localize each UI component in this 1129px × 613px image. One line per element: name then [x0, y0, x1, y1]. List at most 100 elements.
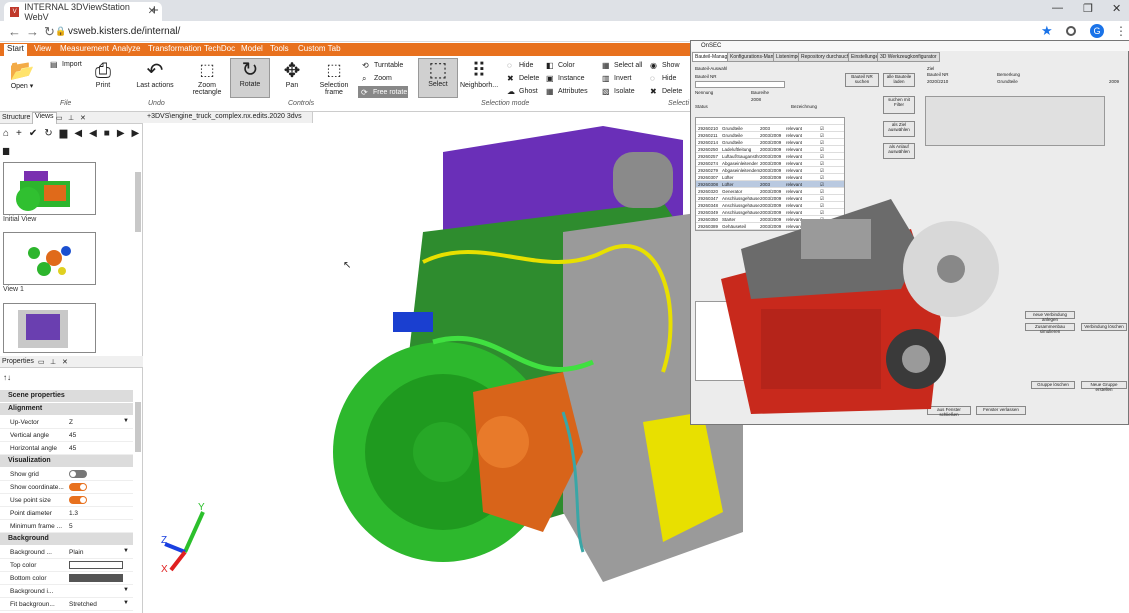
point-diameter-row[interactable]: Point diameter 1.3 — [0, 507, 133, 520]
view-thumbnail-2[interactable] — [3, 303, 96, 353]
menu-transformation[interactable]: Transformation — [148, 44, 202, 53]
select-all-button[interactable]: ▦ Select all — [602, 61, 642, 70]
refresh-icon[interactable]: ↻ — [44, 128, 59, 139]
views-scrollbar[interactable] — [135, 172, 141, 232]
horizontal-angle-row[interactable]: Horizontal angle 45 — [0, 442, 133, 455]
vertical-angle-row[interactable]: Vertical angle 45 — [0, 429, 133, 442]
table-row[interactable]: 29260211 Grundteile 2003/2009 relevant ☑ — [696, 132, 844, 139]
scene-properties-header[interactable]: Scene properties — [0, 390, 133, 402]
close-window-icon[interactable]: ✕ — [1112, 2, 1121, 15]
bottom-color-swatch[interactable] — [69, 574, 123, 582]
tab-structure[interactable]: Structure — [2, 114, 30, 121]
home-icon[interactable]: ⌂ — [3, 128, 16, 139]
maximize-icon[interactable]: ❐ — [1083, 2, 1093, 15]
close-icon[interactable]: ✕ — [80, 114, 86, 122]
menu-measurement[interactable]: Measurement — [60, 44, 109, 53]
neighborhood-button[interactable]: ⠿ Neighborh... — [460, 60, 498, 89]
menu-model[interactable]: Model — [241, 44, 263, 53]
hide-all-button[interactable]: ◌ Hide — [650, 74, 676, 83]
neue-verbindung-button[interactable]: neue Verbindung anlegen — [1025, 311, 1075, 322]
back-icon[interactable]: ← — [8, 24, 21, 39]
color-button[interactable]: ◧ Color — [546, 61, 575, 70]
table-row[interactable]: 29260214 Grundteile 2003/2009 relevant ☑ — [696, 139, 844, 146]
delete-sel-button[interactable]: ✖ Delete — [507, 74, 539, 83]
print-button[interactable]: ⎙ Print — [88, 60, 118, 89]
menu-start[interactable]: Start — [4, 44, 27, 56]
add-view-icon[interactable]: + — [16, 128, 29, 139]
table-row[interactable]: 29260210 Grundteile 2003 relevant ☑ — [696, 125, 844, 132]
trash-icon[interactable]: ▆ — [60, 128, 75, 139]
close-icon[interactable]: ✕ — [62, 358, 68, 366]
browser-menu-icon[interactable]: ⋮ — [1115, 24, 1127, 38]
menu-techdoc[interactable]: TechDoc — [204, 44, 235, 53]
alignment-section[interactable]: Alignment — [0, 403, 133, 415]
verbindung-loschen-button[interactable]: Verbindung löschen — [1081, 323, 1127, 331]
zoom-rectangle-button[interactable]: ⬚ Zoom rectangle — [190, 60, 224, 96]
url-field[interactable]: vsweb.kisters.de/internal/ — [68, 26, 180, 37]
delete-all-button[interactable]: ✖ Delete — [650, 87, 682, 96]
ghost-button[interactable]: ☁ Ghost — [507, 87, 538, 96]
top-color-row[interactable]: Top color — [0, 559, 133, 572]
menu-view[interactable]: View — [34, 44, 51, 53]
gruppe-loschen-button[interactable]: Gruppe löschen — [1031, 381, 1075, 389]
pan-button[interactable]: ✥ Pan — [278, 60, 306, 89]
background-type-row[interactable]: Background ... Plain ▼ — [0, 546, 133, 559]
select-button[interactable]: ⬚ Select — [418, 58, 458, 98]
zusammenbau-button[interactable]: Zusammenbau simulieren — [1025, 323, 1075, 334]
import-button[interactable]: ▤ Import — [50, 60, 82, 69]
attributes-button[interactable]: ▦ Attributes — [546, 87, 588, 96]
pin-icon[interactable]: ⊥ — [50, 358, 56, 366]
axis-triad[interactable]: Y Z X — [161, 502, 205, 575]
zoom-button[interactable]: ⌕ Zoom — [362, 74, 392, 83]
top-color-swatch[interactable] — [69, 561, 123, 569]
free-rotate-button[interactable]: ⟳ Free rotate — [358, 86, 408, 98]
bookmark-star-icon[interactable]: ★ — [1041, 23, 1053, 39]
use-point-size-toggle[interactable] — [69, 496, 87, 504]
table-row[interactable]: 29260250 Ladeluftleitung 2003/2009 relevant… — [696, 146, 844, 153]
isolate-button[interactable]: ▧ Isolate — [602, 87, 635, 96]
check-icon[interactable]: ✔ — [29, 128, 44, 139]
pin-icon[interactable]: ⊥ — [68, 114, 74, 122]
new-tab-icon[interactable]: + — [150, 2, 159, 19]
show-grid-toggle[interactable] — [69, 470, 87, 478]
tab-3d-werkzeug[interactable]: 3D Werkzeugkonfigurator — [877, 52, 940, 62]
als-ziel-button[interactable]: als Ziel auswählen — [883, 121, 915, 137]
alle-laden-button[interactable]: alle Bauteile laden — [883, 73, 915, 87]
instance-button[interactable]: ▣ Instance — [546, 74, 584, 83]
browser-tab[interactable]: V INTERNAL 3DViewStation WebV ✕ — [4, 2, 162, 22]
last-actions-button[interactable]: ↶ Last actions — [135, 60, 175, 89]
float-icon[interactable]: ▭ — [38, 358, 45, 366]
onsec-window[interactable]: OnSEC Bauteil-Manager Konfigurations-Man… — [690, 40, 1129, 425]
properties-scrollbar[interactable] — [135, 402, 141, 452]
sort-icon[interactable]: ↑↓ — [3, 373, 11, 382]
view-thumbnail-initial[interactable] — [3, 162, 96, 215]
play-icon[interactable]: ▶▶ — [117, 128, 146, 139]
document-icon[interactable]: ▆ — [3, 146, 9, 155]
extension-icon[interactable] — [1066, 26, 1076, 36]
profile-avatar[interactable]: G — [1090, 24, 1104, 38]
bottom-color-row[interactable]: Bottom color — [0, 572, 133, 585]
float-icon[interactable]: ▭ — [56, 114, 63, 122]
show-coordinate-toggle[interactable] — [69, 483, 87, 491]
selection-frame-button[interactable]: ⬚ Selection frame — [316, 60, 352, 96]
visualization-section[interactable]: Visualization — [0, 455, 133, 467]
up-vector-row[interactable]: Up-Vector Z ▼ — [0, 416, 133, 429]
minimum-frame-row[interactable]: Minimum frame ... 5 — [0, 520, 133, 533]
reload-icon[interactable]: ↻ — [44, 24, 55, 40]
rotate-button[interactable]: ↻ Rotate — [230, 58, 270, 98]
view-thumbnail-1[interactable] — [3, 232, 96, 285]
stop-icon[interactable]: ■ — [104, 128, 117, 139]
als-anlauf-button[interactable]: als Anlauf auswählen — [883, 143, 915, 159]
fit-background-row[interactable]: Fit backgroun... Stretched ▼ — [0, 598, 133, 611]
turntable-button[interactable]: ⟲ Turntable — [362, 61, 403, 70]
bauteil-suchen-button[interactable]: Bauteil NR suchen — [845, 73, 879, 87]
menu-tools[interactable]: Tools — [270, 44, 289, 53]
show-button[interactable]: ◉ Show — [650, 61, 680, 70]
forward-icon[interactable]: → — [26, 24, 39, 39]
hide-sel-button[interactable]: ◌ Hide — [507, 61, 533, 70]
neue-gruppe-button[interactable]: Neue Gruppe erstellen — [1081, 381, 1127, 392]
bauteil-nr-input[interactable] — [695, 81, 785, 88]
suchen-filter-button[interactable]: suchen mit Filter — [883, 96, 915, 114]
menu-custom-tab[interactable]: Custom Tab — [298, 44, 341, 53]
tab-views[interactable]: Views — [32, 112, 57, 124]
